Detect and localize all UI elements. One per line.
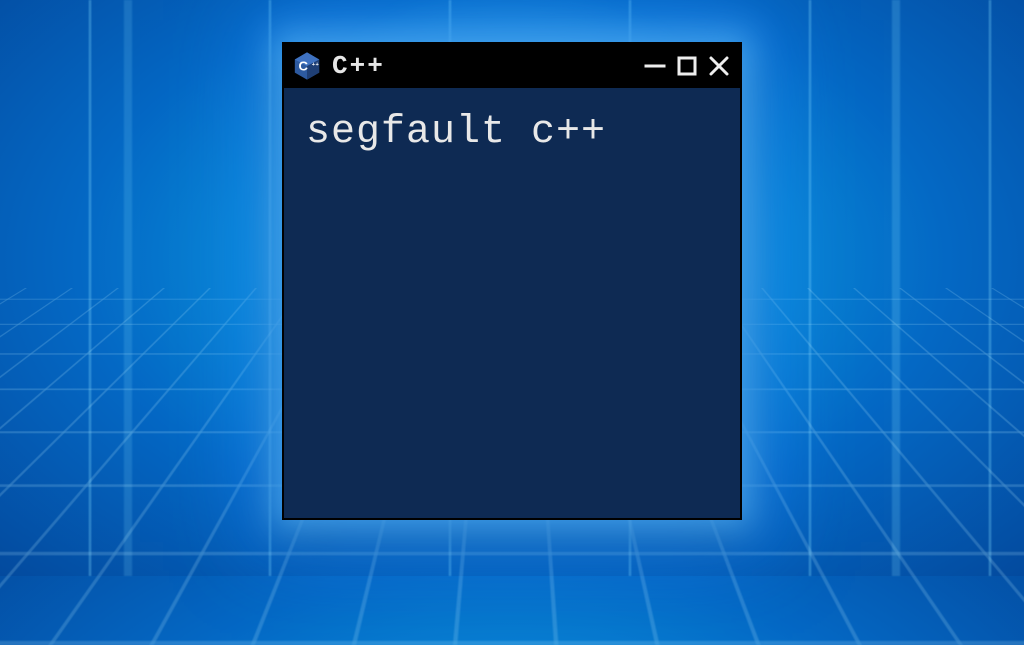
cpp-logo-icon: C + +: [292, 51, 322, 81]
minimize-icon[interactable]: [644, 55, 666, 77]
window-title: C++: [332, 51, 634, 81]
close-icon[interactable]: [708, 55, 730, 77]
terminal-output-line: segfault c++: [306, 110, 718, 155]
svg-text:C: C: [299, 59, 309, 74]
terminal-window: C + + C++ segfault c++: [282, 42, 742, 520]
window-controls: [644, 55, 730, 77]
terminal-body[interactable]: segfault c++: [284, 88, 740, 177]
title-bar[interactable]: C + + C++: [284, 44, 740, 88]
maximize-icon[interactable]: [676, 55, 698, 77]
